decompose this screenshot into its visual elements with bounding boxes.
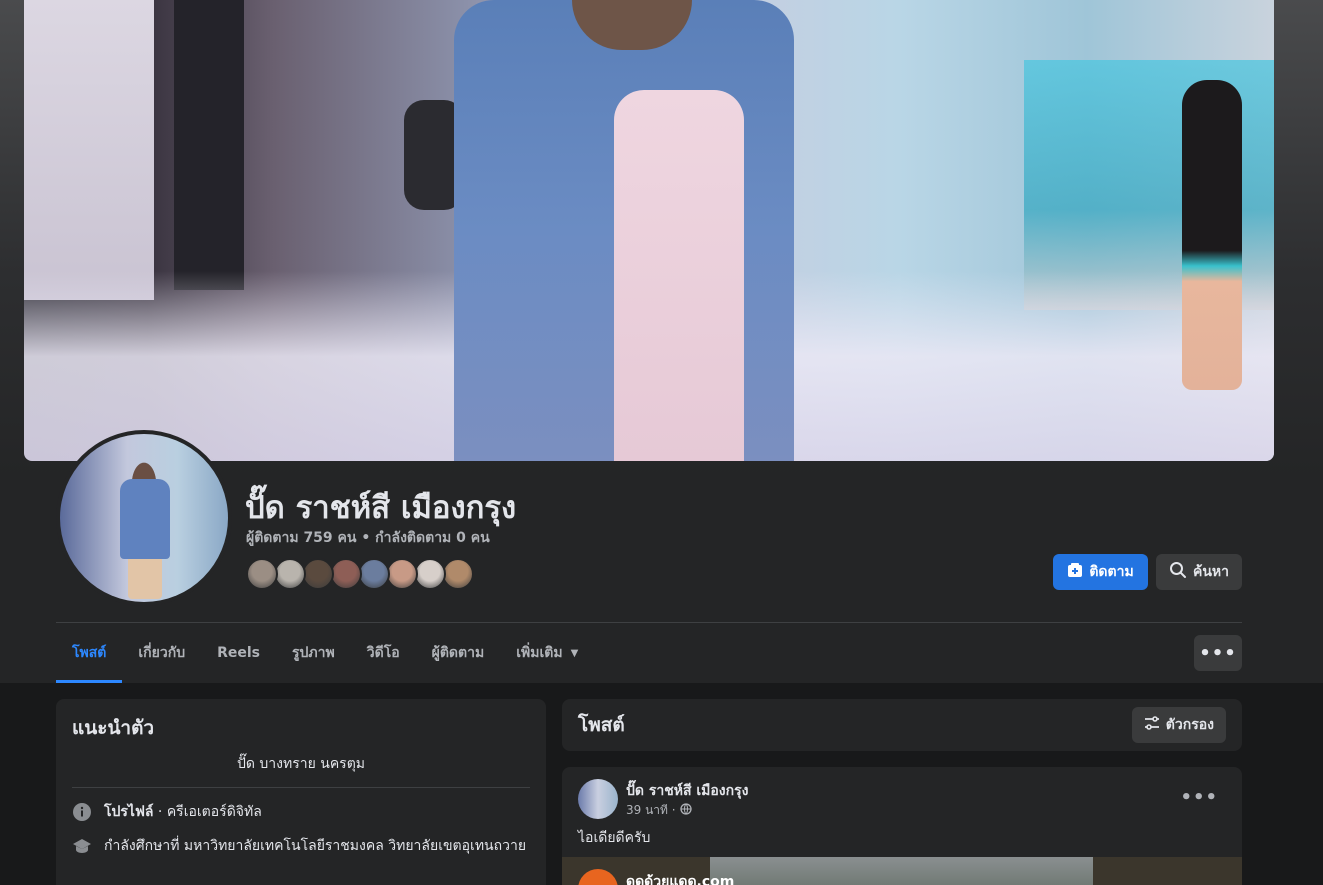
search-button[interactable]: ค้นหา xyxy=(1156,554,1242,590)
intro-title: แนะนำตัว xyxy=(72,717,155,739)
tab-label: เกี่ยวกับ xyxy=(138,645,186,661)
follow-button[interactable]: ติดตาม xyxy=(1053,554,1148,590)
tab-videos[interactable]: วิดีโอ xyxy=(351,623,416,683)
filter-label: ตัวกรอง xyxy=(1165,717,1214,733)
cover-person-tee xyxy=(614,90,744,461)
profile-avatar[interactable] xyxy=(60,434,228,602)
tab-posts[interactable]: โพสต์ xyxy=(56,623,123,683)
posts-title: โพสต์ xyxy=(578,714,625,736)
tab-label: ผู้ติดตาม xyxy=(431,645,485,661)
follower-avatar[interactable] xyxy=(358,558,390,590)
profile-avatar-frame[interactable] xyxy=(56,430,232,606)
site-logo-icon xyxy=(578,869,618,885)
more-options-button[interactable]: ••• xyxy=(1194,635,1242,671)
intro-card: แนะนำตัว ปั๊ด บางทราย นครตุม โปรไฟล์ · ค… xyxy=(56,699,546,885)
search-icon xyxy=(1169,561,1187,583)
follower-avatar[interactable] xyxy=(302,558,334,590)
intro-row-education: กำลังศึกษาที่ มหาวิทยาลัยเทคโนโลยีราชมงค… xyxy=(72,836,530,856)
profile-stats[interactable]: ผู้ติดตาม 759 คน • กำลังติดตาม 0 คน xyxy=(246,527,490,549)
cover-wall xyxy=(24,0,154,300)
cover-photo[interactable] xyxy=(24,0,1274,461)
follow-label: ติดตาม xyxy=(1089,564,1134,580)
intro-row-profile: โปรไฟล์ · ครีเอเตอร์ดิจิทัล xyxy=(72,802,530,822)
intro-education-text: กำลังศึกษาที่ มหาวิทยาลัยเทคโนโลยีราชมงค… xyxy=(104,838,527,854)
post-options-button[interactable]: ••• xyxy=(1180,787,1218,808)
intro-divider xyxy=(72,787,530,788)
chevron-down-icon: ▼ xyxy=(570,647,579,659)
tab-about[interactable]: เกี่ยวกับ xyxy=(122,623,201,683)
tab-label: Reels xyxy=(217,645,260,661)
follower-avatar[interactable] xyxy=(414,558,446,590)
filter-button[interactable]: ตัวกรอง xyxy=(1131,707,1226,743)
intro-bio: ปั๊ด บางทราย นครตุม xyxy=(236,756,366,772)
profile-name: ปั๊ด ราชห์สี เมืองกรุง xyxy=(245,490,517,526)
post-link-site: ดูดด้วยแดด.com xyxy=(626,874,735,885)
tab-photos[interactable]: รูปภาพ xyxy=(276,623,351,683)
follower-avatars[interactable] xyxy=(246,558,474,590)
follower-avatar[interactable] xyxy=(330,558,362,590)
search-label: ค้นหา xyxy=(1192,564,1230,580)
posts-header: โพสต์ ตัวกรอง xyxy=(562,699,1242,751)
tab-label: โพสต์ xyxy=(72,645,107,661)
post-time[interactable]: 39 นาที · xyxy=(626,801,676,820)
post-link-image xyxy=(710,857,1093,885)
post-card: ปั๊ด ราชห์สี เมืองกรุง 39 นาที · ••• ไอเ… xyxy=(562,767,1242,885)
tab-more[interactable]: เพิ่มเติม ▼ xyxy=(500,623,594,683)
tab-label: เพิ่มเติม xyxy=(516,645,563,661)
tab-reels[interactable]: Reels xyxy=(201,623,276,683)
post-meta: 39 นาที · xyxy=(626,801,692,820)
cover-pillar xyxy=(174,0,244,290)
globe-icon xyxy=(679,803,692,818)
tab-label: รูปภาพ xyxy=(292,645,335,661)
post-author[interactable]: ปั๊ด ราชห์สี เมืองกรุง xyxy=(626,780,748,802)
follower-avatar[interactable] xyxy=(246,558,278,590)
profile-tabs: โพสต์ เกี่ยวกับ Reels รูปภาพ วิดีโอ ผู้ต… xyxy=(56,623,594,683)
tab-followers[interactable]: ผู้ติดตาม xyxy=(416,623,501,683)
intro-profile-bold: โปรไฟล์ xyxy=(104,804,154,820)
sliders-icon xyxy=(1144,715,1160,735)
post-author-avatar[interactable] xyxy=(578,779,618,819)
follow-icon xyxy=(1067,562,1083,582)
post-link-preview[interactable]: ดูดด้วยแดด.com xyxy=(562,857,1242,885)
graduation-cap-icon xyxy=(72,836,92,856)
follower-avatar[interactable] xyxy=(386,558,418,590)
cover-girl xyxy=(1182,80,1242,390)
info-icon xyxy=(72,802,92,822)
follower-avatar[interactable] xyxy=(274,558,306,590)
tab-label: วิดีโอ xyxy=(366,645,400,661)
post-text: ไอเดียดีครับ xyxy=(578,830,651,846)
intro-profile-text: · ครีเอเตอร์ดิจิทัล xyxy=(153,804,262,820)
follower-avatar[interactable] xyxy=(442,558,474,590)
